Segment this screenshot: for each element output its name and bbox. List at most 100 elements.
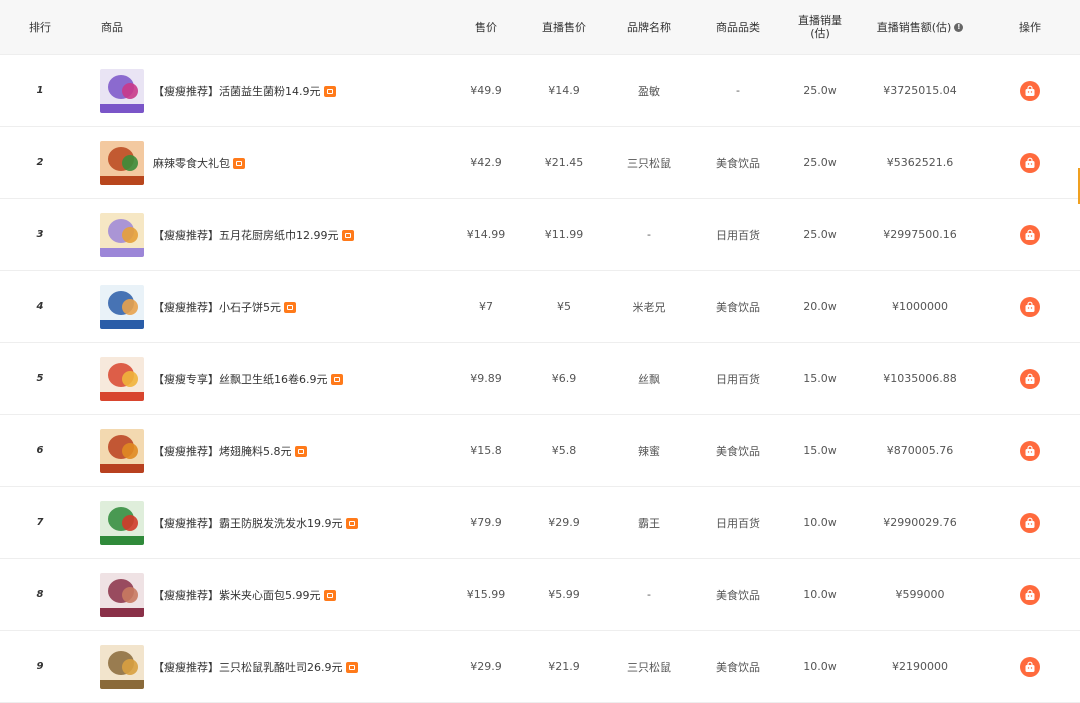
product-name[interactable]: 【瘦瘦推荐】三只松鼠乳酪吐司26.9元 <box>153 659 358 675</box>
volume-cell: 10.0w <box>803 516 837 529</box>
table-row[interactable]: 4 【瘦瘦推荐】小石子饼5元 ¥7 ¥5 米老兄 美食饮品 20.0w ¥100… <box>0 271 1080 343</box>
price-cell: ¥15.99 <box>466 588 506 601</box>
product-name[interactable]: 【瘦瘦专享】丝飘卫生纸16卷6.9元 <box>153 371 343 387</box>
product-thumbnail[interactable] <box>100 500 144 545</box>
product-thumbnail[interactable] <box>100 572 144 617</box>
shop-bag-icon <box>294 445 307 457</box>
shopping-bag-button[interactable] <box>1020 80 1040 101</box>
live-price-cell: ¥6.9 <box>551 372 577 385</box>
product-name[interactable]: 【瘦瘦推荐】活菌益生菌粉14.9元 <box>153 83 336 99</box>
product-thumbnail[interactable] <box>100 428 144 473</box>
rank-number: 7 <box>36 517 44 528</box>
shop-bag-icon <box>323 589 336 601</box>
amount-cell: ¥5362521.6 <box>886 156 954 169</box>
product-name[interactable]: 【瘦瘦推荐】紫米夹心面包5.99元 <box>153 587 336 603</box>
live-price-cell: ¥11.99 <box>544 228 584 241</box>
table-row[interactable]: 2 麻辣零食大礼包 ¥42.9 ¥21.45 三只松鼠 美食饮品 25.0w ¥… <box>0 127 1080 199</box>
shopping-bag-icon <box>1025 661 1035 672</box>
table-row[interactable]: 1 【瘦瘦推荐】活菌益生菌粉14.9元 ¥49.9 ¥14.9 盈敏 - 25.… <box>0 55 1080 127</box>
shopping-bag-icon <box>1025 445 1035 456</box>
rank-number: 9 <box>36 661 44 672</box>
product-name-text[interactable]: 【瘦瘦专享】丝飘卫生纸16卷6.9元 <box>153 373 328 386</box>
table-row[interactable]: 3 【瘦瘦推荐】五月花厨房纸巾12.99元 ¥14.99 ¥11.99 - 日用… <box>0 199 1080 271</box>
product-name-text[interactable]: 麻辣零食大礼包 <box>153 157 230 170</box>
product-cell[interactable]: 【瘦瘦推荐】三只松鼠乳酪吐司26.9元 <box>90 631 450 702</box>
product-name-text[interactable]: 【瘦瘦推荐】小石子饼5元 <box>153 301 281 314</box>
product-cell[interactable]: 【瘦瘦推荐】烤翅腌料5.8元 <box>90 415 450 486</box>
shop-bag-icon <box>341 229 354 241</box>
brand-cell: 霸王 <box>638 516 660 530</box>
product-name[interactable]: 【瘦瘦推荐】烤翅腌料5.8元 <box>153 443 307 459</box>
col-product[interactable]: 商品 <box>90 0 461 54</box>
rank-number: 5 <box>36 373 44 384</box>
product-cell[interactable]: 【瘦瘦推荐】霸王防脱发洗发水19.9元 <box>90 487 450 558</box>
col-price[interactable]: 售价 <box>456 0 516 54</box>
amount-cell: ¥3725015.04 <box>883 84 957 97</box>
product-thumbnail[interactable] <box>100 284 144 329</box>
category-cell: 美食饮品 <box>716 660 760 674</box>
product-cell[interactable]: 【瘦瘦推荐】活菌益生菌粉14.9元 <box>90 55 450 126</box>
col-live-amount[interactable]: 直播销售额(估) ! <box>864 0 976 54</box>
brand-cell: - <box>647 588 651 601</box>
table-row[interactable]: 9 【瘦瘦推荐】三只松鼠乳酪吐司26.9元 ¥29.9 ¥21.9 三只松鼠 美… <box>0 631 1080 703</box>
product-cell[interactable]: 【瘦瘦推荐】小石子饼5元 <box>90 271 450 342</box>
product-name-text[interactable]: 【瘦瘦推荐】烤翅腌料5.8元 <box>153 445 292 458</box>
shopping-bag-button[interactable] <box>1020 296 1040 317</box>
rank-cell: 1 <box>18 55 62 126</box>
shopping-bag-icon <box>1025 373 1035 384</box>
product-thumbnail[interactable] <box>100 68 144 113</box>
product-name-text[interactable]: 【瘦瘦推荐】活菌益生菌粉14.9元 <box>153 85 321 98</box>
price-cell: ¥49.9 <box>470 84 502 97</box>
price-cell: ¥14.99 <box>466 228 506 241</box>
shopping-bag-button[interactable] <box>1020 440 1040 461</box>
table-row[interactable]: 6 【瘦瘦推荐】烤翅腌料5.8元 ¥15.8 ¥5.8 辣蜜 美食饮品 15.0… <box>0 415 1080 487</box>
product-cell[interactable]: 【瘦瘦专享】丝飘卫生纸16卷6.9元 <box>90 343 450 414</box>
volume-cell: 10.0w <box>803 588 837 601</box>
table-row[interactable]: 5 【瘦瘦专享】丝飘卫生纸16卷6.9元 ¥9.89 ¥6.9 丝飘 日用百货 … <box>0 343 1080 415</box>
product-name[interactable]: 【瘦瘦推荐】小石子饼5元 <box>153 299 296 315</box>
shopping-bag-button[interactable] <box>1020 224 1040 245</box>
product-name-text[interactable]: 【瘦瘦推荐】霸王防脱发洗发水19.9元 <box>153 517 343 530</box>
table-row[interactable]: 8 【瘦瘦推荐】紫米夹心面包5.99元 ¥15.99 ¥5.99 - 美食饮品 … <box>0 559 1080 631</box>
shopping-bag-icon <box>1025 85 1035 96</box>
product-cell[interactable]: 【瘦瘦推荐】五月花厨房纸巾12.99元 <box>90 199 450 270</box>
info-icon[interactable]: ! <box>954 22 964 32</box>
product-name-text[interactable]: 【瘦瘦推荐】五月花厨房纸巾12.99元 <box>153 229 339 242</box>
col-rank[interactable]: 排行 <box>18 0 62 54</box>
table-header: 排行 商品 售价 直播售价 品牌名称 商品品类 直播销量 (估) 直播销售额(估… <box>0 0 1080 55</box>
product-thumbnail[interactable] <box>100 356 144 401</box>
shopping-bag-button[interactable] <box>1020 656 1040 677</box>
shopping-bag-button[interactable] <box>1020 584 1040 605</box>
brand-cell: 辣蜜 <box>638 444 660 458</box>
amount-cell: ¥599000 <box>895 588 945 601</box>
live-price-cell: ¥5.8 <box>551 444 577 457</box>
product-name[interactable]: 【瘦瘦推荐】霸王防脱发洗发水19.9元 <box>153 515 358 531</box>
product-cell[interactable]: 麻辣零食大礼包 <box>90 127 450 198</box>
shopping-bag-icon <box>1025 229 1035 240</box>
shopping-bag-button[interactable] <box>1020 512 1040 533</box>
product-thumbnail[interactable] <box>100 212 144 257</box>
rank-cell: 4 <box>18 271 62 342</box>
product-name-text[interactable]: 【瘦瘦推荐】三只松鼠乳酪吐司26.9元 <box>153 661 343 674</box>
amount-cell: ¥1000000 <box>892 300 948 313</box>
volume-cell: 25.0w <box>803 156 837 169</box>
product-name-text[interactable]: 【瘦瘦推荐】紫米夹心面包5.99元 <box>153 589 321 602</box>
shopping-bag-button[interactable] <box>1020 152 1040 173</box>
price-cell: ¥42.9 <box>470 156 502 169</box>
rank-number: 4 <box>36 301 44 312</box>
category-cell: - <box>736 84 740 97</box>
table-row[interactable]: 7 【瘦瘦推荐】霸王防脱发洗发水19.9元 ¥79.9 ¥29.9 霸王 日用百… <box>0 487 1080 559</box>
col-brand[interactable]: 品牌名称 <box>610 0 688 54</box>
product-name[interactable]: 【瘦瘦推荐】五月花厨房纸巾12.99元 <box>153 227 354 243</box>
shop-bag-icon <box>284 301 296 313</box>
shopping-bag-button[interactable] <box>1020 368 1040 389</box>
col-category[interactable]: 商品品类 <box>700 0 776 54</box>
product-thumbnail[interactable] <box>100 140 144 185</box>
col-live-volume[interactable]: 直播销量 (估) <box>785 0 855 54</box>
product-name[interactable]: 麻辣零食大礼包 <box>153 155 245 171</box>
product-thumbnail[interactable] <box>100 644 144 689</box>
col-live-price[interactable]: 直播售价 <box>533 0 595 54</box>
price-cell: ¥29.9 <box>470 660 502 673</box>
action-cell <box>1000 487 1060 558</box>
product-cell[interactable]: 【瘦瘦推荐】紫米夹心面包5.99元 <box>90 559 450 630</box>
